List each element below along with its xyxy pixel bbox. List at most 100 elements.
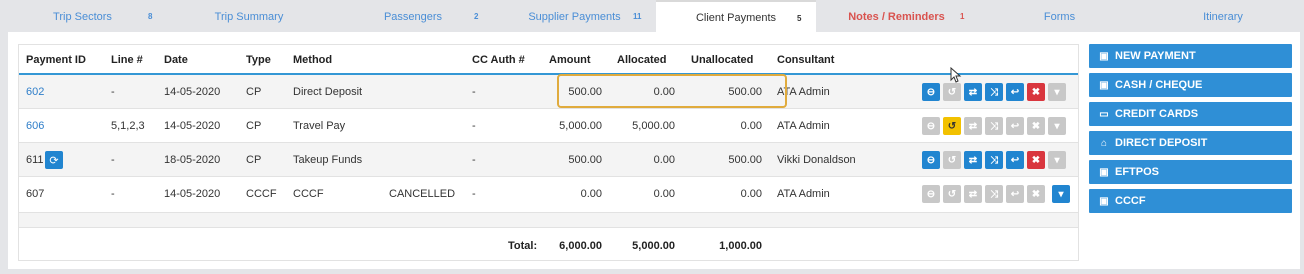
date-cell: 14-05-2020 (164, 120, 221, 132)
chevron-down-icon: ▾ (1054, 86, 1060, 98)
transfer-button[interactable]: ⇄ (964, 185, 982, 203)
line-cell: - (111, 86, 115, 98)
close-icon: ✖ (1031, 188, 1041, 200)
col-cc-auth: CC Auth # (472, 54, 525, 66)
chevron-down-icon: ▾ (1058, 188, 1064, 200)
view-button[interactable]: ⊖ (922, 151, 940, 169)
total-allocated: 5,000.00 (632, 240, 675, 252)
tab-trip-sectors[interactable]: Trip Sectors 8 (0, 0, 165, 34)
more-dropdown-button[interactable]: ▾ (1048, 117, 1066, 135)
totals-row: Total: 6,000.00 5,000.00 1,000.00 (19, 229, 1078, 262)
close-icon: ✖ (1031, 120, 1041, 132)
consultant-cell: ATA Admin (777, 188, 830, 200)
tab-label: Client Payments (695, 12, 777, 24)
col-unallocated: Unallocated (691, 54, 754, 66)
tab-client-payments[interactable]: Client Payments 5 (656, 0, 816, 34)
transfer-button[interactable]: ⇄ (964, 117, 982, 135)
transfer-button[interactable]: ⇄ (964, 83, 982, 101)
tab-count-badge: 2 (474, 12, 479, 21)
table-row: 607 - 14-05-2020 CCCF CCCF CANCELLED - 0… (19, 177, 1078, 213)
delete-button[interactable]: ✖ (1027, 83, 1045, 101)
shuffle-button[interactable]: ⤨ (985, 185, 1003, 203)
undo-icon: ↺ (947, 154, 957, 166)
reply-button[interactable]: ↩ (1006, 185, 1024, 203)
reply-button[interactable]: ↩ (1006, 151, 1024, 169)
payment-id-link[interactable]: 602 (26, 86, 44, 98)
circle-minus-icon: ⊖ (926, 86, 936, 98)
col-date: Date (164, 54, 188, 66)
unallocated-cell: 500.00 (728, 154, 762, 166)
chevron-down-icon: ▾ (1054, 120, 1060, 132)
amount-cell: 5,000.00 (559, 120, 602, 132)
status-cell: CANCELLED (389, 188, 456, 200)
chevron-down-icon: ▾ (1054, 154, 1060, 166)
view-button[interactable]: ⊖ (922, 185, 940, 203)
tab-forms[interactable]: Forms (977, 0, 1142, 34)
button-label: NEW PAYMENT (1115, 50, 1196, 62)
button-label: CCCF (1115, 195, 1146, 207)
tab-count-badge: 5 (797, 14, 802, 23)
col-line: Line # (111, 54, 143, 66)
refresh-button[interactable]: ⟳ (45, 151, 63, 169)
col-method: Method (293, 54, 333, 66)
shuffle-button[interactable]: ⤨ (985, 83, 1003, 101)
empty-row (19, 213, 1078, 228)
more-dropdown-button[interactable]: ▾ (1048, 151, 1066, 169)
tab-passengers[interactable]: Passengers 2 (333, 0, 493, 34)
shuffle-icon: ⤨ (990, 154, 998, 166)
transfer-button[interactable]: ⇄ (964, 151, 982, 169)
tab-itinerary[interactable]: Itinerary (1142, 0, 1304, 34)
tab-label: Forms (1043, 11, 1076, 23)
cc-auth-cell: - (472, 188, 476, 200)
shuffle-icon: ⤨ (990, 120, 998, 132)
close-icon: ✖ (1031, 86, 1041, 98)
tab-label: Itinerary (1203, 11, 1243, 23)
credit-card-icon: ▭ (1099, 108, 1109, 120)
circle-minus-icon: ⊖ (926, 188, 936, 200)
direct-deposit-button[interactable]: ⌂ DIRECT DEPOSIT (1089, 131, 1292, 155)
credit-cards-button[interactable]: ▭ CREDIT CARDS (1089, 102, 1292, 126)
table-header: Payment ID Line # Date Type Method CC Au… (19, 45, 1078, 75)
reply-icon: ↩ (1010, 188, 1020, 200)
date-cell: 14-05-2020 (164, 86, 221, 98)
table-row: 606 5,1,2,3 14-05-2020 CP Travel Pay - 5… (19, 109, 1078, 143)
table-row: 602 - 14-05-2020 CP Direct Deposit - 500… (19, 75, 1078, 109)
payment-id-link[interactable]: 606 (26, 120, 44, 132)
view-button[interactable]: ⊖ (922, 83, 940, 101)
undo-button[interactable]: ↺ (943, 83, 961, 101)
tab-supplier-payments[interactable]: Supplier Payments 11 (493, 0, 656, 34)
tab-label: Notes / Reminders (848, 11, 945, 23)
undo-button[interactable]: ↺ (943, 185, 961, 203)
delete-button[interactable]: ✖ (1027, 151, 1045, 169)
more-dropdown-button[interactable]: ▾ (1052, 185, 1070, 203)
delete-button[interactable]: ✖ (1027, 185, 1045, 203)
delete-button[interactable]: ✖ (1027, 117, 1045, 135)
tab-label: Passengers (383, 11, 443, 23)
payment-id-cell: 611 (26, 154, 44, 166)
reply-button[interactable]: ↩ (1006, 83, 1024, 101)
undo-button[interactable]: ↺ (943, 151, 961, 169)
col-allocated: Allocated (617, 54, 667, 66)
new-payment-button[interactable]: ▣ NEW PAYMENT (1089, 44, 1292, 68)
tab-notes-reminders[interactable]: Notes / Reminders 1 (816, 0, 977, 34)
view-button[interactable]: ⊖ (922, 117, 940, 135)
reply-icon: ↩ (1010, 154, 1020, 166)
transfer-icon: ⇄ (968, 86, 978, 98)
eftpos-button[interactable]: ▣ EFTPOS (1089, 160, 1292, 184)
circle-minus-icon: ⊖ (926, 120, 936, 132)
date-cell: 14-05-2020 (164, 188, 221, 200)
shuffle-button[interactable]: ⤨ (985, 151, 1003, 169)
unallocated-cell: 0.00 (740, 188, 762, 200)
transfer-icon: ⇄ (968, 188, 978, 200)
type-cell: CP (246, 154, 262, 166)
more-dropdown-button[interactable]: ▾ (1048, 83, 1066, 101)
reply-button[interactable]: ↩ (1006, 117, 1024, 135)
cash-cheque-button[interactable]: ▣ CASH / CHEQUE (1089, 73, 1292, 97)
undo-button[interactable]: ↺ (943, 117, 961, 135)
shuffle-button[interactable]: ⤨ (985, 117, 1003, 135)
line-cell: - (111, 188, 115, 200)
cccf-button[interactable]: ▣ CCCF (1089, 189, 1292, 213)
button-label: CREDIT CARDS (1115, 108, 1199, 120)
tab-trip-summary[interactable]: Trip Summary (165, 0, 333, 34)
type-cell: CP (246, 86, 262, 98)
